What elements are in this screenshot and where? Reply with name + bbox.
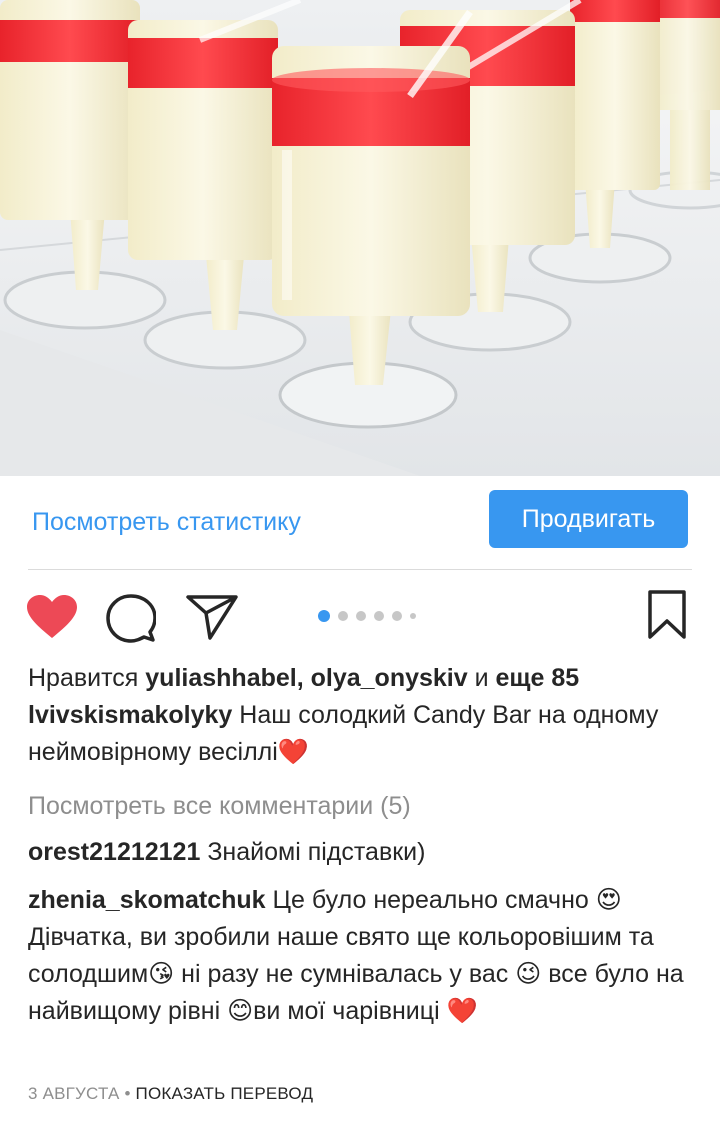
comment-icon[interactable] (106, 594, 156, 644)
likes-prefix: Нравится (28, 664, 139, 692)
carousel-indicator (318, 610, 416, 622)
dessert-cups-image (0, 0, 720, 476)
comment-item: orest21212121 Знайомі підставки) (28, 834, 696, 871)
likes-line: Нравится yuliashhabel, olya_onyskiv и ещ… (28, 660, 696, 697)
carousel-dot (410, 613, 416, 619)
comment-text: Знайомі підставки) (207, 838, 426, 866)
comment-username[interactable]: orest21212121 (28, 838, 200, 866)
caption-line: lvivskismakolyky Наш солодкий Candy Bar … (28, 697, 696, 771)
divider (28, 569, 692, 570)
carousel-dot (374, 611, 384, 621)
heart-filled-icon[interactable] (26, 594, 78, 640)
view-all-comments-link[interactable]: Посмотреть все комментарии (5) (28, 792, 411, 821)
carousel-dot (318, 610, 330, 622)
likes-and: и (474, 664, 489, 692)
paper-plane-icon[interactable] (186, 594, 238, 640)
bookmark-icon[interactable] (648, 590, 686, 640)
caption-username[interactable]: lvivskismakolyky (28, 701, 232, 729)
show-translation-link[interactable]: ПОКАЗАТЬ ПЕРЕВОД (136, 1084, 314, 1103)
insights-bar: Посмотреть статистику Продвигать (0, 476, 720, 568)
promote-button[interactable]: Продвигать (489, 490, 688, 548)
post-date: 3 АВГУСТА (28, 1084, 120, 1103)
comment-username[interactable]: zhenia_skomatchuk (28, 886, 266, 914)
view-insights-link[interactable]: Посмотреть статистику (32, 508, 301, 537)
comment-item: zhenia_skomatchuk Це було нереально смач… (28, 882, 696, 1030)
liked-by-users[interactable]: yuliashhabel, olya_onyskiv (145, 664, 467, 692)
carousel-dot (356, 611, 366, 621)
post-caption-block: Нравится yuliashhabel, olya_onyskiv и ещ… (28, 660, 696, 771)
carousel-dot (338, 611, 348, 621)
post-footer: 3 АВГУСТА • ПОКАЗАТЬ ПЕРЕВОД (28, 1084, 313, 1104)
carousel-dot (392, 611, 402, 621)
footer-separator: • (119, 1084, 136, 1103)
action-bar (0, 588, 720, 646)
post-photo[interactable] (0, 0, 720, 476)
likes-more-count[interactable]: еще 85 (496, 664, 580, 692)
